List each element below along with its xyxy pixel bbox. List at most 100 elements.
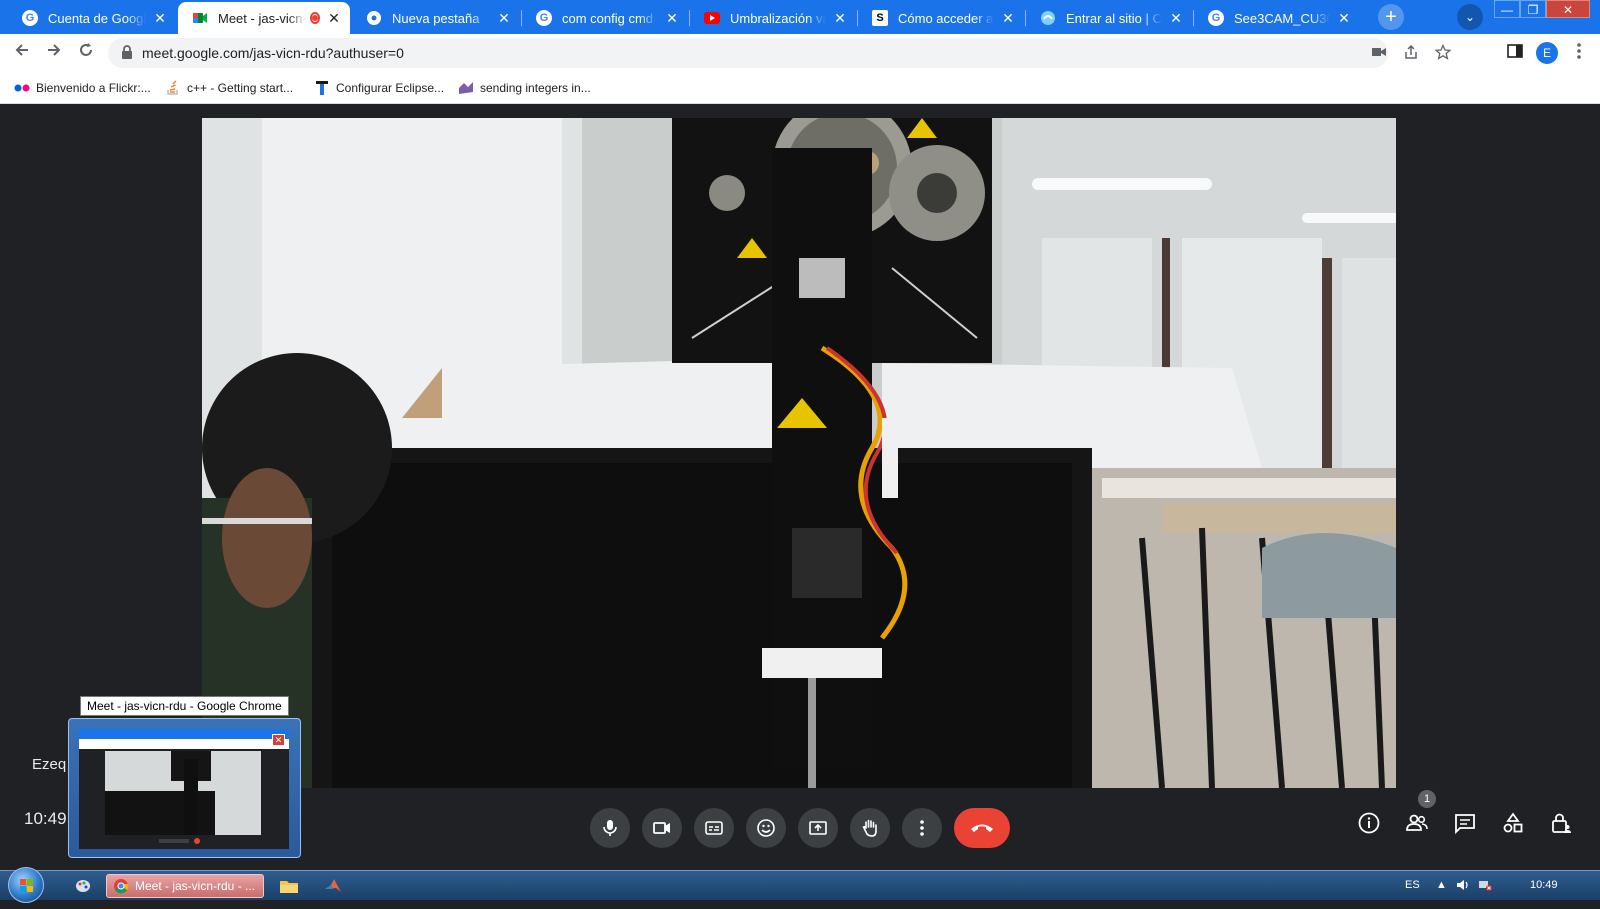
s-logo-icon: S (872, 10, 888, 26)
tab-com-config-cmd[interactable]: G com config cmd - B ✕ (522, 2, 688, 34)
tab-cuenta-de-google[interactable]: G Cuenta de Google ✕ (8, 2, 176, 34)
windows-logo-icon (20, 879, 33, 892)
close-icon[interactable]: ✕ (1168, 10, 1184, 27)
emoji-icon (757, 819, 775, 837)
participant-video (202, 118, 1396, 788)
share-icon[interactable] (1402, 44, 1420, 62)
side-panel-button[interactable] (1504, 42, 1526, 64)
taskbar-app-matlab[interactable] (320, 874, 346, 898)
captions-button[interactable] (694, 808, 734, 848)
close-icon[interactable]: ✕ (496, 10, 512, 27)
show-hidden-icons-icon[interactable]: ▲ (1436, 879, 1447, 891)
camera-button[interactable] (642, 808, 682, 848)
self-name-label: Ezeq (32, 756, 67, 773)
bookmark-star-icon[interactable] (1434, 43, 1452, 62)
tab-como-acceder[interactable]: S Cómo acceder al Ac ✕ (858, 2, 1024, 34)
chat-button[interactable] (1452, 810, 1478, 836)
people-icon (1406, 814, 1428, 831)
activities-icon (1503, 812, 1523, 833)
chrome-icon (366, 10, 382, 26)
raise-hand-button[interactable] (850, 808, 890, 848)
window-close-button[interactable]: ✕ (1546, 0, 1590, 18)
host-controls-button[interactable] (1548, 810, 1574, 836)
microphone-button[interactable] (590, 808, 630, 848)
meeting-details-button[interactable] (1356, 810, 1382, 836)
tab-nueva-pestana[interactable]: Nueva pestaña ✕ (352, 2, 520, 34)
participants-count-badge: 1 (1418, 790, 1436, 808)
taskbar-preview-tooltip: Meet - jas-vicn-rdu - Google Chrome (80, 696, 289, 716)
tab-see3cam[interactable]: G See3CAM_CU30 - B ✕ (1194, 2, 1360, 34)
more-vert-icon (1577, 43, 1581, 59)
start-button[interactable] (8, 867, 44, 903)
camera-in-use-icon[interactable] (1370, 44, 1388, 62)
bookmarks-bar: Bienvenido a Flickr:... c++ - Getting st… (0, 72, 1600, 104)
forward-button[interactable] (40, 39, 68, 67)
recording-dot-icon (309, 12, 320, 24)
minimize-button[interactable]: — (1494, 0, 1520, 18)
preview-close-button[interactable]: ✕ (272, 734, 285, 746)
flickr-icon (14, 80, 30, 96)
videocam-icon (653, 822, 670, 834)
close-icon[interactable]: ✕ (326, 10, 342, 27)
maximize-button[interactable]: ❐ (1520, 0, 1546, 18)
volume-icon[interactable] (1456, 879, 1470, 894)
lock-person-icon (1552, 813, 1571, 833)
chrome-icon (114, 879, 129, 894)
more-vert-icon (920, 820, 924, 836)
address-bar[interactable]: meet.google.com/jas-vicn-rdu?authuser=0 (108, 38, 1452, 68)
arrow-right-icon (48, 44, 61, 56)
taskbar-window-preview[interactable]: ✕ (68, 718, 301, 858)
bookmark-eclipse[interactable]: Configurar Eclipse... (314, 80, 444, 96)
camera-feed-image (202, 118, 1396, 788)
taskbar-chrome-window[interactable]: Meet - jas-vicn-rdu - ... (106, 874, 264, 898)
reactions-button[interactable] (746, 808, 786, 848)
close-icon[interactable]: ✕ (1000, 10, 1016, 27)
bookmark-icon (458, 80, 474, 96)
browser-tab-strip: G Cuenta de Google ✕ Meet - jas-vicn-rdu… (0, 0, 1600, 34)
url-text[interactable]: meet.google.com/jas-vicn-rdu?authuser=0 (142, 45, 404, 61)
present-to-all-icon (809, 821, 827, 835)
taskbar-clock[interactable]: 10:49 (1530, 879, 1558, 891)
taskbar-app-paint[interactable] (70, 874, 96, 898)
google-g-icon: G (536, 10, 552, 26)
language-indicator[interactable]: ES (1405, 879, 1420, 891)
activities-button[interactable] (1500, 810, 1526, 836)
bookmark-icon (314, 80, 330, 96)
bookmark-flickr[interactable]: Bienvenido a Flickr:... (14, 80, 151, 96)
windows-taskbar: Meet - jas-vicn-rdu - ... ES ▲ 10:49 (0, 867, 1600, 903)
preview-screenshot-image (79, 729, 289, 849)
reload-icon (80, 43, 92, 56)
profile-avatar[interactable]: E (1536, 42, 1558, 64)
leave-call-button[interactable] (954, 808, 1010, 848)
tab-umbralizacion[interactable]: Umbralización varia ✕ (690, 2, 856, 34)
matlab-icon (325, 879, 341, 892)
people-button[interactable]: 1 (1404, 790, 1436, 836)
new-tab-button[interactable]: + (1378, 4, 1404, 30)
tab-meet-active[interactable]: Meet - jas-vicn-rdu ✕ (178, 2, 350, 34)
close-icon[interactable]: ✕ (664, 10, 680, 27)
browser-toolbar: meet.google.com/jas-vicn-rdu?authuser=0 … (0, 34, 1600, 72)
hand-icon (862, 819, 877, 837)
close-icon[interactable]: ✕ (1336, 10, 1352, 27)
google-g-icon: G (1208, 10, 1224, 26)
bookmark-sending-integers[interactable]: sending integers in... (458, 80, 591, 96)
folder-icon (280, 881, 298, 893)
stackoverflow-icon (165, 80, 181, 96)
tab-search-button[interactable]: ⌄ (1457, 4, 1483, 30)
back-button[interactable] (8, 39, 36, 67)
network-warning-icon[interactable] (1478, 879, 1492, 894)
browser-menu-button[interactable] (1568, 42, 1590, 64)
present-screen-button[interactable] (798, 808, 838, 848)
bookmark-cpp[interactable]: c++ - Getting start... (165, 80, 293, 96)
microphone-icon (603, 820, 617, 836)
meet-controls (590, 808, 1010, 848)
youtube-icon (704, 12, 720, 24)
closed-captions-icon (705, 821, 723, 835)
taskbar-app-explorer[interactable] (276, 874, 302, 898)
close-icon[interactable]: ✕ (152, 10, 168, 27)
more-options-button[interactable] (902, 808, 942, 848)
tab-entrar-al-sitio[interactable]: Entrar al sitio | Cam ✕ (1026, 2, 1192, 34)
meet-icon (192, 10, 208, 26)
close-icon[interactable]: ✕ (832, 10, 848, 27)
reload-button[interactable] (72, 39, 100, 67)
